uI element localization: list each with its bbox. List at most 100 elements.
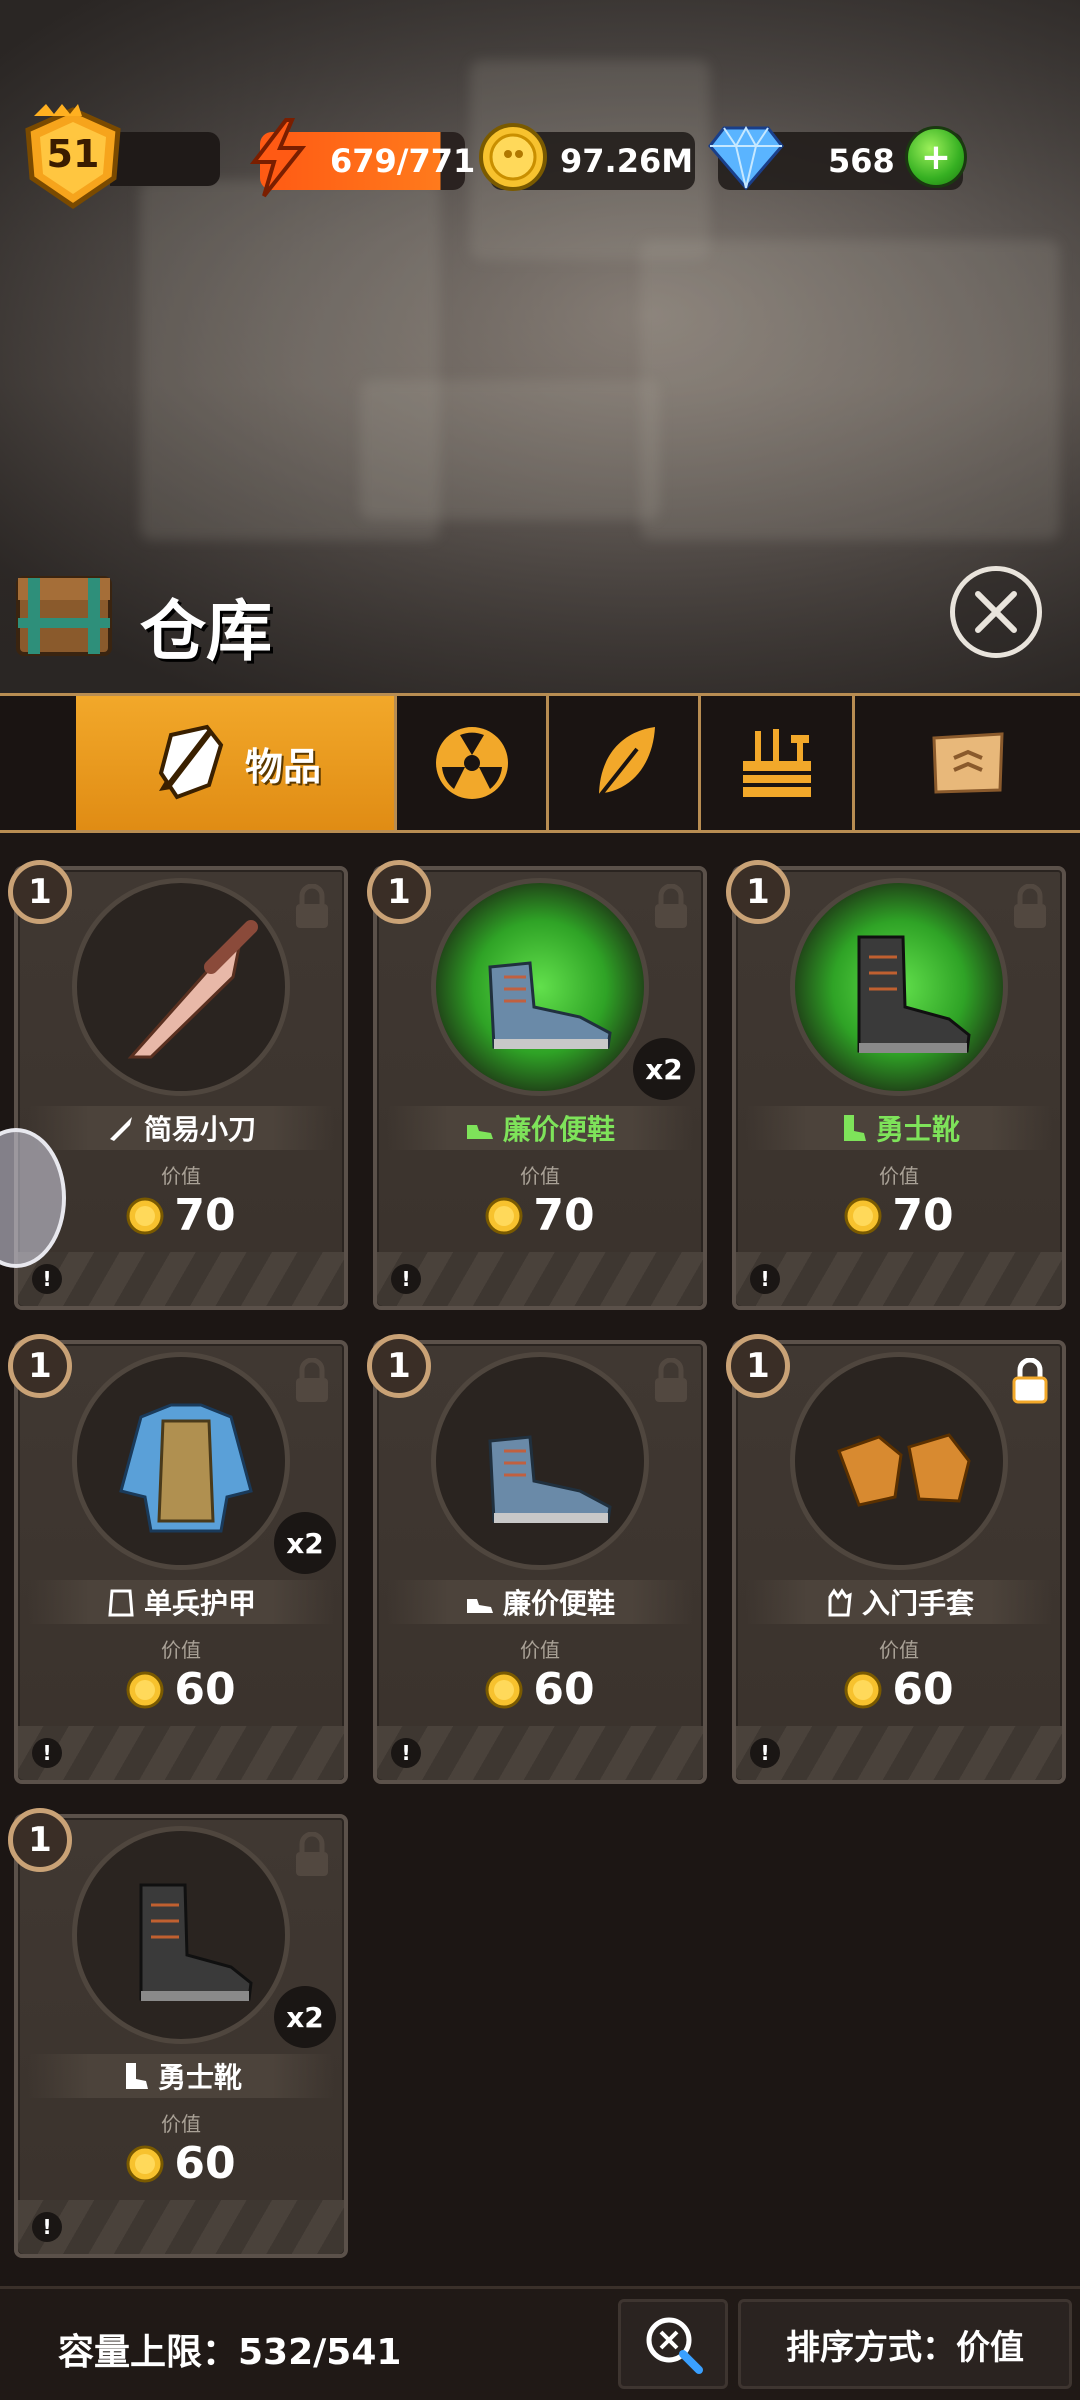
sneaker-icon xyxy=(488,1435,612,1523)
item-name: 廉价便鞋 xyxy=(502,1113,615,1146)
item-card[interactable]: 1 简易小刀 价值 70 ! xyxy=(8,860,348,1310)
item-card[interactable]: 1 x2 廉价便鞋 价值 70 ! xyxy=(367,860,707,1310)
add-gems-button[interactable]: + xyxy=(905,126,967,188)
diamond-icon xyxy=(708,125,784,191)
lock-icon[interactable] xyxy=(292,1358,332,1404)
shield-sword-icon xyxy=(158,724,224,800)
inventory-grid: 1 简易小刀 价值 70 ! 1 x2 廉价便鞋 价值 70 ! 1 勇士靴 价… xyxy=(0,836,1080,2286)
card-footer: ! xyxy=(18,1252,344,1306)
item-value: 60 xyxy=(736,1664,1062,1715)
category-tab-bar: 物品 xyxy=(0,693,1080,833)
leaf-icon xyxy=(596,727,655,799)
item-value: 70 xyxy=(736,1190,1062,1241)
item-value: 70 xyxy=(377,1190,703,1241)
coin-icon xyxy=(844,1197,882,1234)
item-name: 勇士靴 xyxy=(157,2061,242,2094)
toolbox-icon xyxy=(742,729,811,797)
item-image-frame xyxy=(790,1352,1008,1570)
info-icon[interactable]: ! xyxy=(32,1264,62,1294)
level-number: 51 xyxy=(46,132,100,176)
knife-small-icon xyxy=(109,1117,132,1141)
item-name: 勇士靴 xyxy=(875,1113,960,1146)
item-value-amount: 70 xyxy=(533,1190,595,1241)
info-icon[interactable]: ! xyxy=(750,1264,780,1294)
item-value-amount: 60 xyxy=(174,2138,236,2189)
shoe-small-icon xyxy=(466,1125,493,1139)
tab-tools[interactable] xyxy=(698,696,852,830)
coin-icon xyxy=(479,123,547,191)
tab-items[interactable]: 物品 xyxy=(76,696,394,830)
top-hud: 51 679/771 97.26M 568 + xyxy=(0,96,1080,226)
item-value-amount: 70 xyxy=(174,1190,236,1241)
lock-icon[interactable] xyxy=(651,1358,691,1404)
vest-small-icon xyxy=(108,1589,134,1617)
info-icon[interactable]: ! xyxy=(391,1264,421,1294)
boot-small-icon xyxy=(125,2063,148,2089)
rank-badge: 1 xyxy=(726,1334,790,1398)
value-label: 价值 xyxy=(879,1638,919,1662)
item-image-frame xyxy=(431,878,649,1096)
item-name: 单兵护甲 xyxy=(143,1587,256,1620)
item-value: 60 xyxy=(18,2138,344,2189)
value-label: 价值 xyxy=(161,1164,201,1188)
item-value-amount: 60 xyxy=(533,1664,595,1715)
tab-label: 物品 xyxy=(244,744,321,789)
boot-icon xyxy=(857,935,971,1053)
info-icon[interactable]: ! xyxy=(391,1738,421,1768)
item-name-band: 入门手套 xyxy=(746,1580,1052,1624)
card-footer: ! xyxy=(377,1726,703,1780)
card-footer: ! xyxy=(18,2200,344,2254)
boot-small-icon xyxy=(843,1115,866,1141)
info-icon[interactable]: ! xyxy=(750,1738,780,1768)
lightning-icon xyxy=(249,118,307,198)
rank-badge: 1 xyxy=(8,1808,72,1872)
coin-icon xyxy=(844,1671,882,1708)
item-image-frame xyxy=(431,1352,649,1570)
item-value: 60 xyxy=(377,1664,703,1715)
tab-plants[interactable] xyxy=(546,696,698,830)
filter-search-button[interactable] xyxy=(618,2299,728,2389)
rank-badge: 1 xyxy=(8,860,72,924)
sort-button[interactable]: 排序方式：价值 xyxy=(738,2299,1072,2389)
card-footer: ! xyxy=(18,1726,344,1780)
info-icon[interactable]: ! xyxy=(32,1738,62,1768)
item-card[interactable]: 1 x2 勇士靴 价值 60 ! xyxy=(8,1808,348,2258)
lock-icon[interactable] xyxy=(292,884,332,930)
coin-icon xyxy=(126,1197,164,1234)
sneaker-icon xyxy=(488,961,612,1049)
energy-value: 679/771 xyxy=(330,142,476,180)
info-icon[interactable]: ! xyxy=(32,2212,62,2242)
rank-badge: 1 xyxy=(726,860,790,924)
item-card[interactable]: 1 x2 单兵护甲 价值 60 ! xyxy=(8,1334,348,1784)
lock-icon[interactable] xyxy=(1010,1358,1050,1404)
item-card[interactable]: 1 入门手套 价值 60 ! xyxy=(726,1334,1066,1784)
item-image-frame xyxy=(72,878,290,1096)
item-card[interactable]: 1 廉价便鞋 价值 60 ! xyxy=(367,1334,707,1784)
knife-icon xyxy=(127,920,258,1059)
close-button[interactable] xyxy=(950,566,1042,658)
quantity-badge: x2 xyxy=(274,1512,336,1574)
map-scroll-icon xyxy=(931,732,1004,794)
item-image-frame xyxy=(72,1826,290,2044)
level-badge[interactable]: 51 xyxy=(14,102,132,214)
item-value-amount: 60 xyxy=(174,1664,236,1715)
page-header: 仓库 xyxy=(0,550,1080,680)
card-footer: ! xyxy=(377,1252,703,1306)
item-name: 简易小刀 xyxy=(143,1113,256,1146)
item-name-band: 单兵护甲 xyxy=(28,1580,334,1624)
coin-icon xyxy=(126,2145,164,2182)
tab-radiation[interactable] xyxy=(394,696,546,830)
tab-blueprints[interactable] xyxy=(852,696,1080,830)
item-image-frame xyxy=(72,1352,290,1570)
lock-icon[interactable] xyxy=(1010,884,1050,930)
shoe-small-icon xyxy=(466,1599,493,1613)
rank-badge: 1 xyxy=(367,860,431,924)
item-name-band: 简易小刀 xyxy=(28,1106,334,1150)
lock-icon[interactable] xyxy=(651,884,691,930)
coin-icon xyxy=(126,1671,164,1708)
lock-icon[interactable] xyxy=(292,1832,332,1878)
item-card[interactable]: 1 勇士靴 价值 70 ! xyxy=(726,860,1066,1310)
glove-small-icon xyxy=(828,1588,852,1617)
capacity-text: 容量上限：532/541 xyxy=(58,2332,402,2373)
value-label: 价值 xyxy=(161,1638,201,1662)
